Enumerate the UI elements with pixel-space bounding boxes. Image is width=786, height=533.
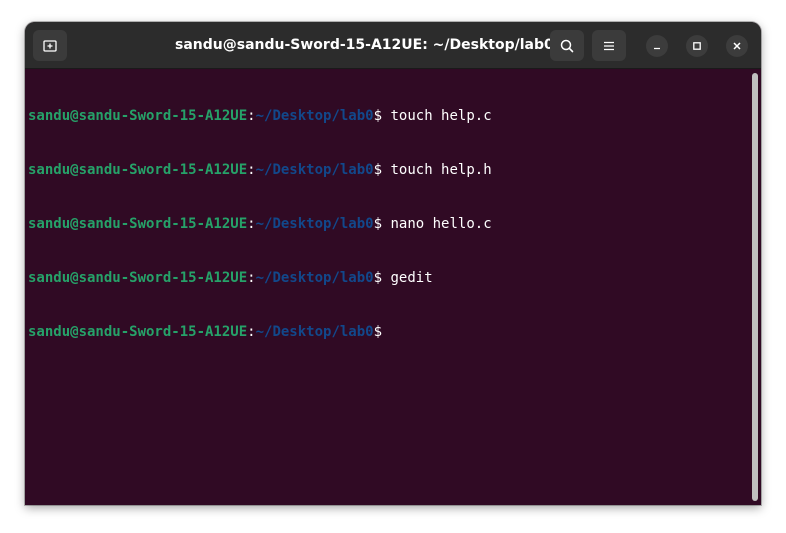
prompt-dollar: $ (373, 108, 383, 124)
terminal-line: sandu@sandu-Sword-15-A12UE:~/Desktop/lab… (28, 161, 492, 179)
maximize-icon (693, 42, 701, 50)
prompt-path: ~/Desktop/lab0 (255, 324, 374, 340)
prompt-user: sandu@sandu-Sword-15-A12UE (28, 162, 248, 178)
prompt-user: sandu@sandu-Sword-15-A12UE (28, 324, 248, 340)
prompt-colon: : (247, 216, 256, 232)
title-bar[interactable]: sandu@sandu-Sword-15-A12UE: ~/Desktop/la… (25, 22, 761, 69)
menu-button[interactable] (592, 30, 626, 61)
prompt-dollar: $ (373, 270, 383, 286)
terminal-window: sandu@sandu-Sword-15-A12UE: ~/Desktop/la… (25, 22, 761, 505)
hamburger-menu-icon (604, 41, 614, 50)
command-text: gedit (382, 270, 433, 286)
new-tab-button[interactable] (33, 30, 67, 61)
prompt-user: sandu@sandu-Sword-15-A12UE (28, 270, 248, 286)
vertical-scrollbar[interactable] (752, 73, 758, 501)
prompt-user: sandu@sandu-Sword-15-A12UE (28, 108, 248, 124)
command-text: nano hello.c (382, 216, 492, 232)
prompt-colon: : (247, 108, 256, 124)
search-button[interactable] (550, 30, 584, 61)
prompt-dollar: $ (373, 162, 383, 178)
command-text: touch help.c (382, 108, 492, 124)
prompt-dollar: $ (373, 216, 383, 232)
prompt-path: ~/Desktop/lab0 (255, 162, 374, 178)
terminal-line: sandu@sandu-Sword-15-A12UE:~/Desktop/lab… (28, 107, 492, 125)
prompt-path: ~/Desktop/lab0 (255, 216, 374, 232)
terminal-line: sandu@sandu-Sword-15-A12UE:~/Desktop/lab… (28, 269, 492, 287)
minimize-button[interactable] (646, 35, 668, 57)
command-text: touch help.h (382, 162, 492, 178)
terminal-line: sandu@sandu-Sword-15-A12UE:~/Desktop/lab… (28, 323, 492, 341)
prompt-colon: : (247, 162, 256, 178)
terminal-lines: sandu@sandu-Sword-15-A12UE:~/Desktop/lab… (28, 71, 492, 377)
prompt-colon: : (247, 324, 256, 340)
prompt-dollar: $ (373, 324, 383, 340)
new-tab-icon (43, 39, 57, 52)
prompt-path: ~/Desktop/lab0 (255, 108, 374, 124)
window-title: sandu@sandu-Sword-15-A12UE: ~/Desktop/la… (175, 37, 554, 53)
maximize-button[interactable] (686, 35, 708, 57)
close-button[interactable] (726, 35, 748, 57)
prompt-user: sandu@sandu-Sword-15-A12UE (28, 216, 248, 232)
prompt-colon: : (247, 270, 256, 286)
prompt-path: ~/Desktop/lab0 (255, 270, 374, 286)
scrollbar-thumb[interactable] (752, 73, 758, 501)
close-icon (733, 42, 741, 50)
terminal-output-area[interactable]: sandu@sandu-Sword-15-A12UE:~/Desktop/lab… (25, 70, 761, 505)
search-icon (560, 39, 574, 52)
minimize-icon (654, 47, 660, 50)
terminal-line: sandu@sandu-Sword-15-A12UE:~/Desktop/lab… (28, 215, 492, 233)
